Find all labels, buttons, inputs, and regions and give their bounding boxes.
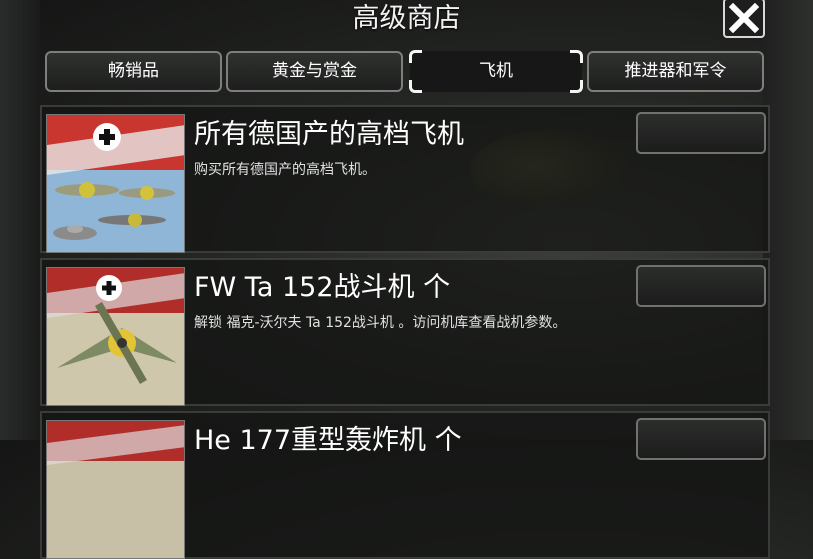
- hangar-wall-left: [0, 0, 40, 440]
- tab-label: 黄金与赏金: [272, 61, 357, 81]
- list-item: FW Ta 152战斗机 个 解锁 福克-沃尔夫 Ta 152战斗机 。访问机库…: [40, 258, 770, 406]
- page-title: 高级商店: [352, 3, 461, 34]
- tab-aircraft[interactable]: 飞机: [409, 50, 583, 93]
- tab-boosters-orders[interactable]: 推进器和军令: [587, 51, 764, 92]
- buy-button[interactable]: [636, 418, 766, 460]
- tab-label: 飞机: [479, 61, 513, 81]
- buy-button[interactable]: [636, 265, 766, 307]
- item-description: 购买所有德国产的高档飞机。: [194, 162, 376, 178]
- close-button[interactable]: [723, 0, 765, 38]
- hangar-wall-right: [763, 0, 813, 440]
- fw-ta152-fighter-icon: [46, 267, 185, 406]
- german-aircraft-pack-icon: [46, 114, 185, 253]
- list-item: He 177重型轰炸机 个: [40, 411, 770, 559]
- list-item: 所有德国产的高档飞机 购买所有德国产的高档飞机。: [40, 105, 770, 253]
- he177-bomber-icon: [46, 420, 185, 559]
- close-icon: [729, 3, 759, 33]
- buy-button[interactable]: [636, 112, 766, 154]
- item-title: He 177重型轰炸机 个: [194, 425, 462, 456]
- item-title: 所有德国产的高档飞机: [194, 119, 464, 150]
- tab-label: 推进器和军令: [624, 61, 727, 81]
- item-title: FW Ta 152战斗机 个: [194, 272, 451, 303]
- tab-label: 畅销品: [108, 61, 159, 81]
- tab-bestsellers[interactable]: 畅销品: [45, 51, 222, 92]
- item-description: 解锁 福克-沃尔夫 Ta 152战斗机 。访问机库查看战机参数。: [194, 315, 567, 331]
- tab-gold-bounty[interactable]: 黄金与赏金: [226, 51, 403, 92]
